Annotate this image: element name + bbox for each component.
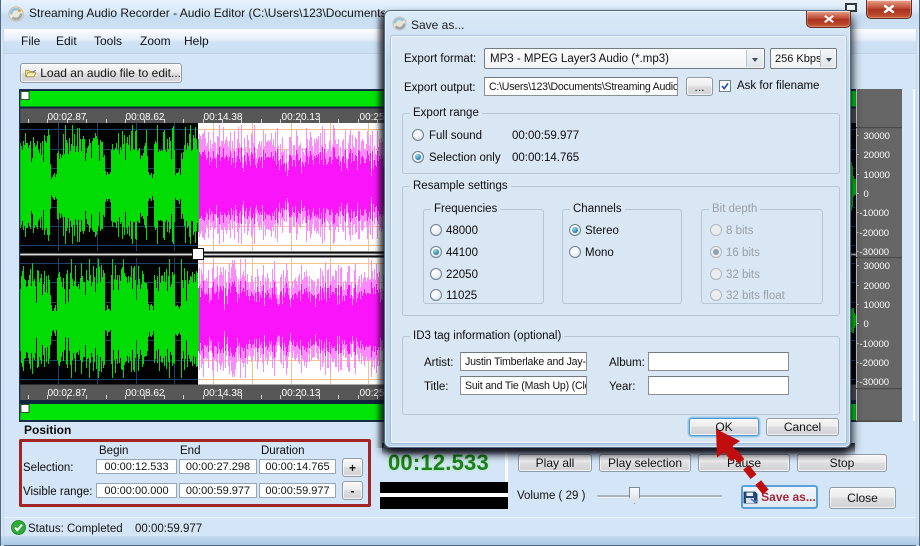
svg-text:0: 0: [864, 319, 869, 330]
svg-text:-30000: -30000: [860, 377, 890, 388]
svg-text:10000: 10000: [864, 300, 890, 311]
svg-text:-10000: -10000: [860, 339, 890, 350]
svg-text:0: 0: [864, 189, 869, 200]
svg-text:00:20.13: 00:20.13: [282, 388, 321, 399]
svg-text:00:14.38: 00:14.38: [204, 388, 243, 399]
svg-text:-20000: -20000: [860, 358, 890, 369]
svg-text:30000: 30000: [864, 261, 890, 272]
svg-text:20000: 20000: [864, 281, 890, 292]
svg-text:-30000: -30000: [860, 247, 890, 258]
svg-text:10000: 10000: [864, 170, 890, 181]
svg-text:30000: 30000: [864, 131, 890, 142]
svg-text:-20000: -20000: [860, 228, 890, 239]
svg-text:00:08.62: 00:08.62: [126, 112, 165, 123]
svg-text:00:14.38: 00:14.38: [204, 112, 243, 123]
svg-text:-10000: -10000: [860, 208, 890, 219]
svg-text:00:08.62: 00:08.62: [126, 388, 165, 399]
svg-text:00:20.13: 00:20.13: [282, 112, 321, 123]
svg-text:20000: 20000: [864, 150, 890, 161]
